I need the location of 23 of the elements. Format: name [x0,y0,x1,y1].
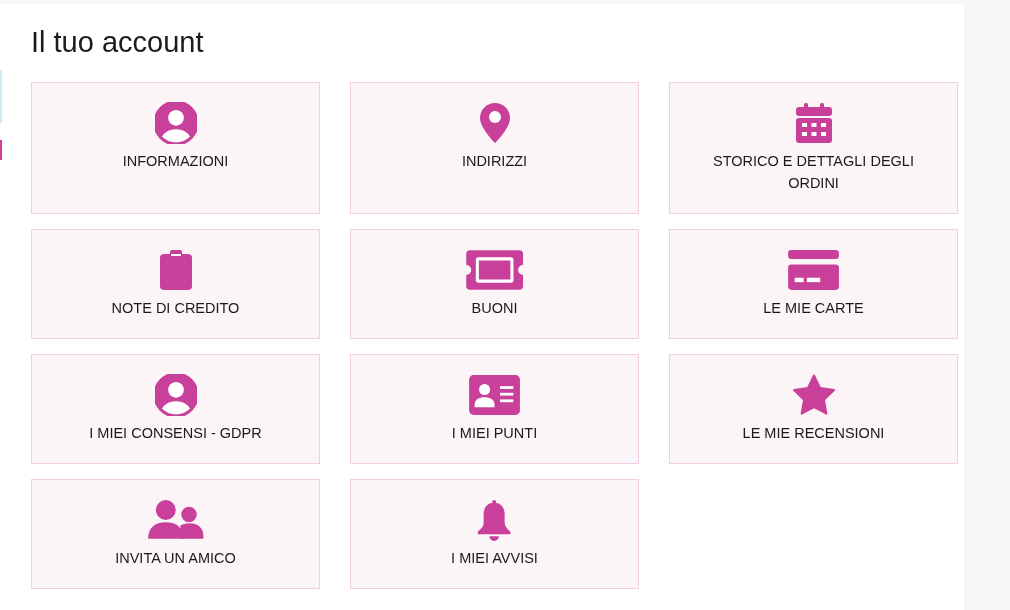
account-tile[interactable]: I MIEI CONSENSI - GDPR [31,354,320,464]
two-people-icon [146,499,205,541]
account-tile[interactable]: LE MIE RECENSIONI [669,354,958,464]
account-tile[interactable]: I MIEI PUNTI [350,354,639,464]
account-tile[interactable]: INDIRIZZI [350,82,639,214]
credit-card-icon [786,249,840,291]
calendar-icon [794,102,833,144]
account-tile[interactable]: INFORMAZIONI [31,82,320,214]
account-tile[interactable]: NOTE DI CREDITO [31,229,320,339]
user-circle-icon [154,374,197,416]
account-tile[interactable]: STORICO E DETTAGLI DEGLI ORDINI [669,82,958,214]
map-pin-icon [478,102,511,144]
account-tile[interactable]: INVITA UN AMICO [31,479,320,589]
bell-icon [476,499,513,541]
account-tile[interactable]: LE MIE CARTE [669,229,958,339]
ticket-icon [464,249,525,291]
account-tile[interactable]: BUONI [350,229,639,339]
page-title: Il tuo account [31,25,205,60]
id-card-icon [467,374,521,416]
star-icon [791,374,836,416]
account-tile[interactable]: I MIEI AVVISI [350,479,639,589]
user-circle-icon [154,102,197,144]
clipboard-icon [158,249,193,291]
